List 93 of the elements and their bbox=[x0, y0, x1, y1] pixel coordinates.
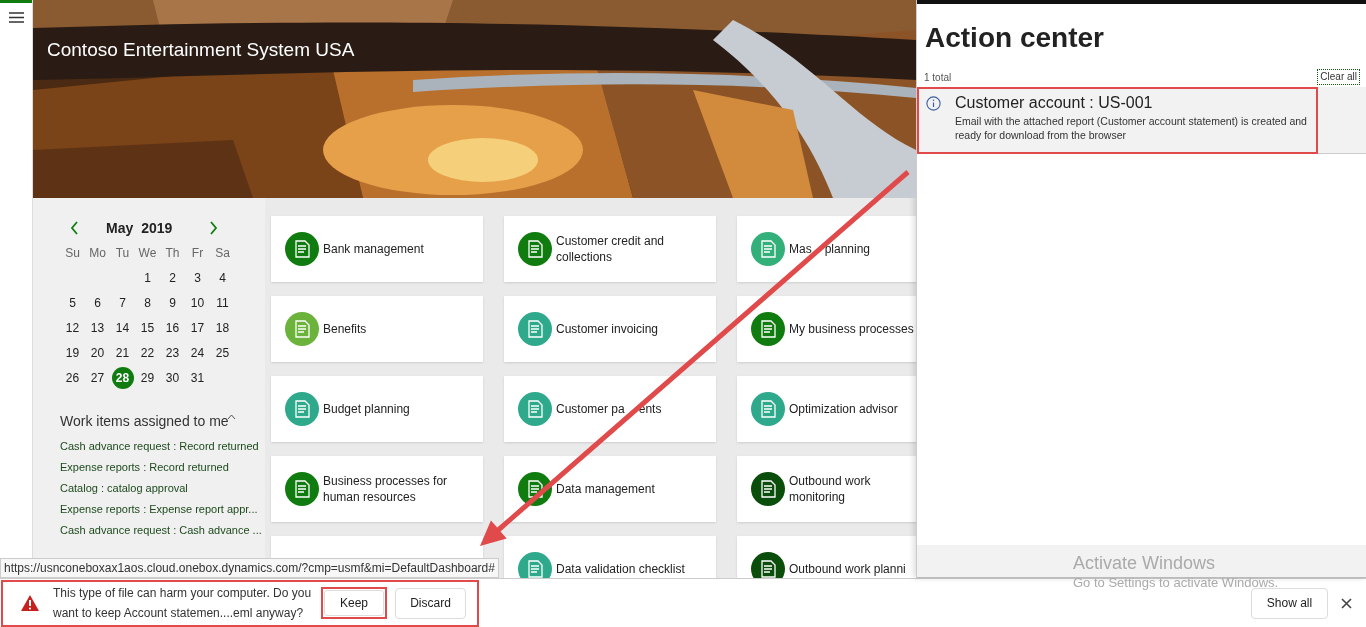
calendar-day[interactable]: 26 bbox=[65, 368, 80, 387]
calendar-day[interactable]: 11 bbox=[216, 293, 229, 312]
calendar-day[interactable]: 14 bbox=[115, 318, 130, 337]
menu-icon[interactable] bbox=[9, 12, 24, 23]
next-month-icon[interactable] bbox=[209, 221, 219, 235]
calendar-day[interactable]: 6 bbox=[94, 293, 101, 312]
calendar-day[interactable]: 18 bbox=[215, 318, 230, 337]
weekday-label: Th bbox=[164, 244, 181, 262]
activation-title: Activate Windows bbox=[1073, 552, 1217, 574]
calendar-day[interactable]: 20 bbox=[90, 343, 105, 362]
calendar-day[interactable]: 29 bbox=[140, 368, 155, 387]
calendar-day[interactable]: 27 bbox=[90, 368, 105, 387]
calendar-day[interactable]: 30 bbox=[165, 368, 180, 387]
section-title: Work items assigned to me bbox=[60, 411, 229, 431]
calendar-day[interactable]: 31 bbox=[190, 368, 205, 387]
calendar-day[interactable]: 4 bbox=[219, 268, 226, 287]
weekday-label: Fr bbox=[190, 244, 205, 262]
previous-month-icon[interactable] bbox=[70, 221, 79, 235]
work-item-link[interactable]: Expense reports : Record returned bbox=[60, 457, 265, 478]
workspace-tile[interactable]: Customer credit and collections bbox=[504, 216, 716, 282]
calendar-day[interactable]: 21 bbox=[115, 343, 130, 362]
work-item-link[interactable]: Cash advance request : Record returned bbox=[60, 436, 265, 457]
status-url-tooltip: https://usnconeboxax1aos.cloud.onebox.dynamics.com/?cmp=usmf&mi=DefaultDashboard# bbox=[0, 558, 499, 578]
work-item-link[interactable]: Catalog : catalog approval bbox=[60, 478, 265, 499]
workspace-tile[interactable]: Budget planning bbox=[271, 376, 483, 442]
year-label: 2019 bbox=[141, 218, 173, 238]
discard-button[interactable]: Discard bbox=[395, 587, 466, 619]
tile-label: Customer credit and collections bbox=[556, 233, 666, 265]
tile-label: planning bbox=[824, 241, 871, 257]
info-icon bbox=[926, 96, 941, 111]
collapse-icon[interactable] bbox=[226, 414, 236, 420]
workspace-tile[interactable]: Benefits bbox=[271, 296, 483, 362]
close-icon[interactable] bbox=[1341, 597, 1352, 609]
calendar-day[interactable]: 1 bbox=[144, 268, 151, 287]
workspace-tile[interactable]: Data management bbox=[504, 456, 716, 522]
company-title: Contoso Entertainment System USA bbox=[47, 38, 355, 62]
weekday-label: We bbox=[137, 244, 158, 262]
keep-button[interactable]: Keep bbox=[324, 590, 384, 616]
workspace-tile[interactable]: My business processes bbox=[737, 296, 916, 362]
panel-title: Action center bbox=[925, 21, 1105, 55]
tile-label: Customer pa bbox=[556, 401, 625, 417]
tile-label: Outbound work planni bbox=[789, 561, 907, 577]
tile-label: Budget planning bbox=[323, 401, 411, 417]
weekday-label: Su bbox=[64, 244, 81, 262]
calendar-day[interactable]: 23 bbox=[165, 343, 180, 362]
calendar-day[interactable]: 8 bbox=[144, 293, 151, 312]
calendar-day[interactable]: 5 bbox=[69, 293, 76, 312]
workspace-tile[interactable]: Outbound work monitoring bbox=[737, 456, 916, 522]
tile-label: Data validation checklist bbox=[556, 561, 686, 577]
calendar-day[interactable]: 13 bbox=[90, 318, 105, 337]
download-warning-text: This type of file can harm your computer. Do you want to keep Account statemen....eml anyway? bbox=[53, 585, 313, 622]
calendar-day[interactable]: 22 bbox=[140, 343, 155, 362]
calendar-day[interactable]: 25 bbox=[215, 343, 230, 362]
calendar-day[interactable]: 7 bbox=[119, 293, 126, 312]
work-item-link[interactable]: Expense reports : Expense report appr... bbox=[60, 499, 265, 520]
warning-icon bbox=[20, 594, 40, 612]
workspace-tile[interactable]: Outbound work planni bbox=[737, 536, 916, 578]
tile-label: Mas bbox=[789, 241, 812, 257]
workspace-tile[interactable]: Customer invoicing bbox=[504, 296, 716, 362]
workspace-tile[interactable]: Mas planning bbox=[737, 216, 916, 282]
workspace-tile[interactable]: Optimization advisor bbox=[737, 376, 916, 442]
calendar-day[interactable]: 10 bbox=[190, 293, 205, 312]
tile-label: My business processes bbox=[789, 321, 915, 337]
calendar-day[interactable]: 12 bbox=[65, 318, 80, 337]
tile-label: Outbound work monitoring bbox=[789, 473, 872, 505]
work-item-link[interactable]: Cash advance request : Cash advance ... bbox=[60, 520, 265, 541]
workspace-tile[interactable]: Bank management bbox=[271, 216, 483, 282]
tile-label: Bank management bbox=[323, 241, 425, 257]
clear-all-link[interactable]: Clear all bbox=[1317, 69, 1360, 85]
tile-label: Customer invoicing bbox=[556, 321, 660, 337]
weekday-label: Sa bbox=[214, 244, 231, 262]
workspace-tile[interactable]: Business processes for human resources bbox=[271, 456, 483, 522]
calendar-day[interactable]: 28 bbox=[111, 366, 134, 389]
tile-label: Business processes for human resources bbox=[323, 473, 449, 505]
show-all-button[interactable]: Show all bbox=[1251, 587, 1328, 619]
calendar-day[interactable]: 15 bbox=[140, 318, 155, 337]
calendar-day[interactable]: 24 bbox=[190, 343, 205, 362]
calendar-day[interactable]: 3 bbox=[194, 268, 201, 287]
calendar-day[interactable]: 2 bbox=[169, 268, 176, 287]
workspace-tile[interactable]: Data validation checklist bbox=[504, 536, 716, 578]
calendar-day[interactable]: 19 bbox=[65, 343, 80, 362]
weekday-label: Mo bbox=[88, 244, 107, 262]
total-count: 1 total bbox=[924, 70, 952, 85]
tile-label: Optimization advisor bbox=[789, 401, 899, 417]
tile-label: Data management bbox=[556, 481, 656, 497]
calendar-day[interactable]: 9 bbox=[169, 293, 176, 312]
weekday-label: Tu bbox=[114, 244, 131, 262]
calendar-day[interactable]: 17 bbox=[190, 318, 205, 337]
month-label: May bbox=[106, 218, 134, 238]
notification-title: Customer account : US-001 bbox=[955, 93, 1154, 113]
calendar-day[interactable]: 16 bbox=[165, 318, 180, 337]
notification-message: Email with the attached report (Customer account statement) is created and ready for download from the browser bbox=[955, 114, 1308, 142]
tile-label: Benefits bbox=[323, 321, 368, 337]
